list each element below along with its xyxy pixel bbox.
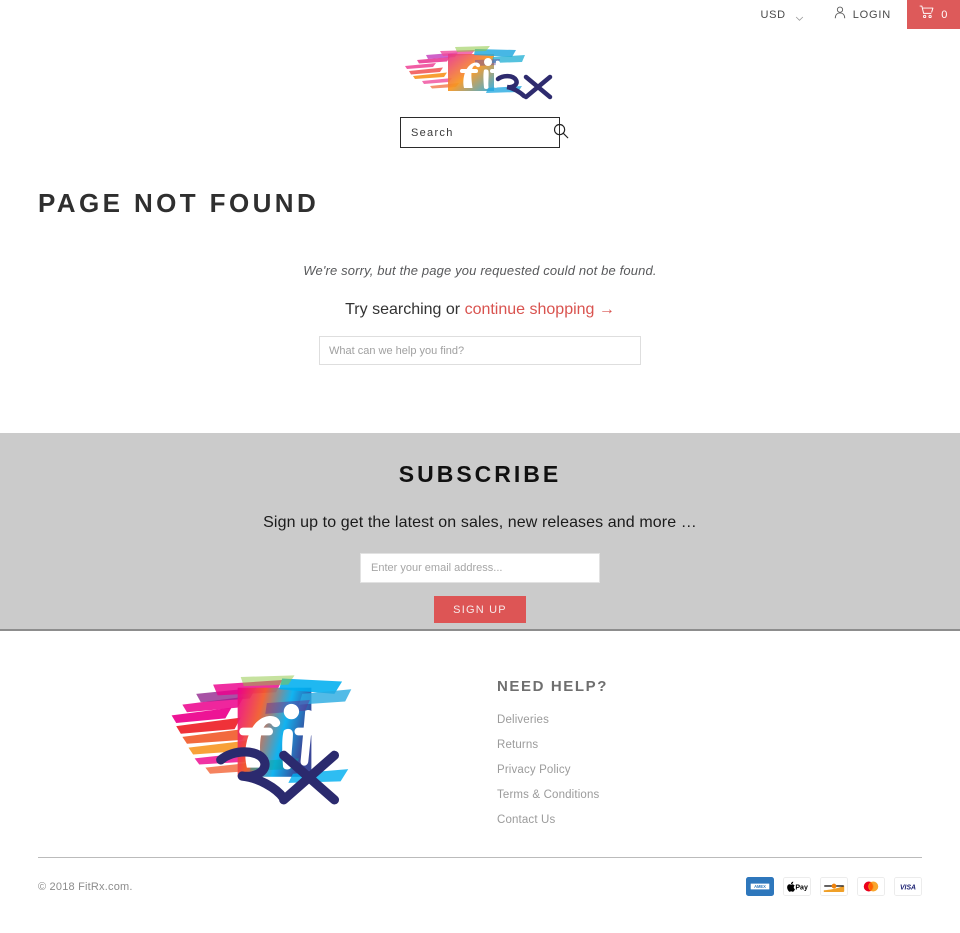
apple-pay-icon: Pay xyxy=(783,877,811,897)
help-search-wrapper xyxy=(38,336,922,366)
login-label: LOGIN xyxy=(852,8,891,21)
copyright-text: © 2018 FitRx.com. xyxy=(38,880,133,893)
chevron-down-icon xyxy=(795,10,804,21)
search-submit-button[interactable] xyxy=(553,123,569,142)
site-footer: NEED HELP? Deliveries Returns Privacy Po… xyxy=(0,631,960,915)
try-searching-line: Try searching or continue shopping → xyxy=(38,301,922,319)
need-help-title: NEED HELP? xyxy=(497,678,609,696)
svg-text:AMEX: AMEX xyxy=(754,884,766,889)
footer-link-deliveries[interactable]: Deliveries xyxy=(497,714,608,726)
site-logo[interactable] xyxy=(400,40,560,102)
subscribe-subtitle: Sign up to get the latest on sales, new … xyxy=(263,514,697,532)
header-search[interactable] xyxy=(400,117,569,148)
footer-links-column: NEED HELP? Deliveries Returns Privacy Po… xyxy=(488,649,608,826)
footer-link-privacy-policy[interactable]: Privacy Policy xyxy=(497,764,608,776)
svg-text:VISA: VISA xyxy=(900,885,916,892)
cart-icon xyxy=(919,5,934,24)
currency-selector[interactable]: USD xyxy=(746,0,817,29)
top-bar: USD LOGIN 0 xyxy=(0,0,960,29)
top-bar-actions: USD LOGIN 0 xyxy=(746,0,960,29)
discover-icon xyxy=(820,877,848,897)
visa-icon: VISA xyxy=(894,877,922,897)
footer-link-contact-us[interactable]: Contact Us xyxy=(497,814,608,826)
site-header xyxy=(0,29,960,148)
footer-columns: NEED HELP? Deliveries Returns Privacy Po… xyxy=(38,631,922,826)
mastercard-icon xyxy=(857,877,885,897)
cart-count: 0 xyxy=(941,8,948,21)
fitrx-logo-footer-icon xyxy=(171,675,352,805)
cart-button[interactable]: 0 xyxy=(907,0,960,29)
search-input[interactable] xyxy=(411,126,553,139)
page-title: PAGE NOT FOUND xyxy=(38,188,320,218)
footer-link-terms-conditions[interactable]: Terms & Conditions xyxy=(497,789,608,801)
footer-bottom-bar: © 2018 FitRx.com. AMEX Pay VISA xyxy=(38,857,922,915)
subscribe-section: SUBSCRIBE Sign up to get the latest on s… xyxy=(0,433,960,632)
signup-button[interactable]: SIGN UP xyxy=(434,596,526,624)
subscribe-form: SIGN UP xyxy=(360,553,600,624)
fitrx-logo-icon xyxy=(405,46,553,100)
help-search-input[interactable] xyxy=(319,336,641,366)
payment-methods: AMEX Pay VISA xyxy=(746,877,922,897)
svg-text:Pay: Pay xyxy=(795,885,808,892)
email-input[interactable] xyxy=(360,553,600,584)
currency-label: USD xyxy=(760,8,786,21)
search-icon xyxy=(553,123,569,142)
subscribe-title: SUBSCRIBE xyxy=(398,461,562,488)
try-searching-prefix: Try searching or xyxy=(345,301,465,319)
login-link[interactable]: LOGIN xyxy=(818,0,907,29)
footer-logo-column xyxy=(38,649,488,826)
footer-link-returns[interactable]: Returns xyxy=(497,739,608,751)
error-message: We're sorry, but the page you requested … xyxy=(303,263,657,279)
amex-icon: AMEX xyxy=(746,877,774,897)
main-content: PAGE NOT FOUND We're sorry, but the page… xyxy=(0,188,960,366)
user-icon xyxy=(834,6,846,24)
continue-shopping-link[interactable]: continue shopping → xyxy=(465,301,615,318)
